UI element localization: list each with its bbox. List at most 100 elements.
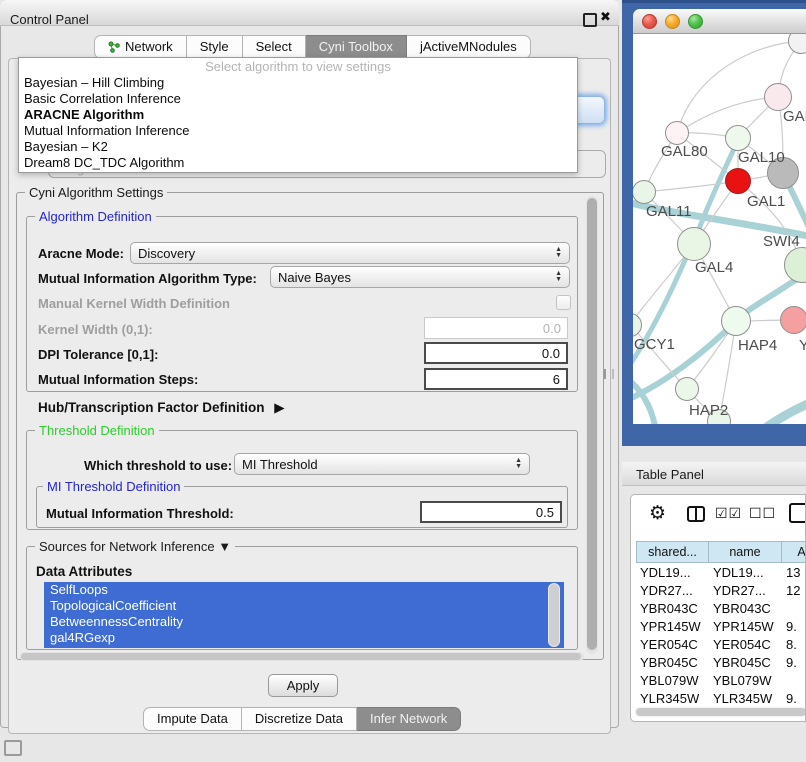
document-icon[interactable] xyxy=(789,503,806,523)
tab-network[interactable]: Network xyxy=(94,35,187,59)
node-label: SWI4 xyxy=(763,233,800,250)
which-threshold-label: Which threshold to use: xyxy=(84,458,232,473)
attributes-scrollbar-thumb[interactable] xyxy=(549,584,559,646)
tab-cyni-toolbox[interactable]: Cyni Toolbox xyxy=(306,35,407,59)
gear-icon[interactable]: ⚙ xyxy=(649,502,666,525)
apply-button[interactable]: Apply xyxy=(268,674,338,697)
tab-network-label: Network xyxy=(125,39,173,54)
tab-discretize-data[interactable]: Discretize Data xyxy=(242,707,357,731)
network-node-hap4[interactable] xyxy=(721,306,751,336)
dpi-tolerance-field[interactable] xyxy=(424,342,568,364)
settings-group-title: Cyni Algorithm Settings xyxy=(25,185,167,200)
node-label: GAL4 xyxy=(695,259,733,276)
table-row[interactable]: YER054C YER054C 8. xyxy=(636,635,806,653)
attribute-item-selected[interactable]: TopologicalCoefficient xyxy=(44,598,564,614)
network-node-gal10[interactable] xyxy=(725,125,751,151)
split-pane-divider[interactable] xyxy=(604,369,614,379)
algorithm-option[interactable]: Bayesian – K2 xyxy=(19,139,577,155)
attribute-item-selected[interactable]: gal4RGexp xyxy=(44,630,564,646)
settings-vertical-scrollbar-thumb[interactable] xyxy=(587,198,597,650)
network-window-titlebar xyxy=(633,9,806,34)
table-row[interactable]: YBL079W YBL079W xyxy=(636,671,806,689)
column-header[interactable]: A xyxy=(782,541,806,563)
columns-icon[interactable] xyxy=(687,506,705,522)
network-node-gal1[interactable] xyxy=(725,168,751,194)
cell-value: 8. xyxy=(782,637,806,652)
sources-title-label: Sources for Network Inference xyxy=(39,539,215,554)
tab-infer-network[interactable]: Infer Network xyxy=(357,707,461,731)
tab-infer-network-label: Infer Network xyxy=(370,711,447,726)
cell-value: 9. xyxy=(782,619,806,634)
table-row[interactable]: YBR043C YBR043C xyxy=(636,599,806,617)
table-panel-title: Table Panel xyxy=(636,467,704,482)
table-row[interactable]: YLR345W YLR345W 9. xyxy=(636,689,806,707)
attribute-item-selected[interactable]: SelfLoops xyxy=(44,582,564,598)
float-window-icon[interactable] xyxy=(583,13,597,27)
table-row[interactable]: YDR27... YDR27... 12 xyxy=(636,581,806,599)
manual-kernel-checkbox[interactable] xyxy=(556,295,571,310)
control-panel-titlebar xyxy=(0,0,619,26)
algorithm-option[interactable]: Bayesian – Hill Climbing xyxy=(19,75,577,91)
deselect-all-checkboxes-icon[interactable]: ☐☐ xyxy=(749,505,776,522)
network-node-gal4[interactable] xyxy=(677,227,711,261)
table-row[interactable]: YDL19... YDL19... 13 xyxy=(636,563,806,581)
mi-type-label: Mutual Information Algorithm Type: xyxy=(38,271,257,286)
hub-definition-expander[interactable]: Hub/Transcription Factor Definition ▶ xyxy=(38,400,285,416)
mac-close-button[interactable] xyxy=(642,14,657,29)
select-all-checkboxes-icon[interactable]: ☑☑ xyxy=(715,505,742,522)
mac-minimize-button[interactable] xyxy=(665,14,680,29)
aracne-mode-combobox[interactable]: Discovery ▲▼ xyxy=(130,242,570,264)
settings-horizontal-scrollbar xyxy=(20,652,584,661)
algorithm-definition-title: Algorithm Definition xyxy=(35,209,156,224)
network-node[interactable] xyxy=(764,83,792,111)
algorithm-option[interactable]: Dream8 DC_TDC Algorithm xyxy=(19,155,577,171)
algorithm-option[interactable]: Basic Correlation Inference xyxy=(19,91,577,107)
tab-jactivemnodules[interactable]: jActiveMNodules xyxy=(407,35,531,59)
sources-group-title[interactable]: Sources for Network Inference ▼ xyxy=(35,539,235,554)
network-node-hap2[interactable] xyxy=(675,377,699,401)
algorithm-option-selected[interactable]: ARACNE Algorithm xyxy=(19,107,577,123)
aracne-mode-value: Discovery xyxy=(138,246,195,261)
node-label: GAL1 xyxy=(747,193,785,210)
close-icon[interactable]: ✖ xyxy=(600,9,611,25)
collapsed-panel-icon[interactable] xyxy=(4,740,22,756)
attribute-item-selected[interactable]: BetweennessCentrality xyxy=(44,614,564,630)
tab-cyni-toolbox-label: Cyni Toolbox xyxy=(319,39,393,54)
table-toolbar: ⚙ ☑☑ ☐☐ xyxy=(631,495,805,535)
network-node-gal80[interactable] xyxy=(665,121,689,145)
tab-impute-data[interactable]: Impute Data xyxy=(143,707,242,731)
cell-name: YER054C xyxy=(709,637,782,652)
table-row[interactable]: YPR145W YPR145W 9. xyxy=(636,617,806,635)
cell-shared-name: YBR043C xyxy=(636,601,709,616)
network-node[interactable] xyxy=(780,306,806,334)
tab-style[interactable]: Style xyxy=(187,35,243,59)
cell-shared-name: YDL19... xyxy=(636,565,709,580)
network-canvas[interactable]: GAL GAL80 GAL10 GAL1 GAL11 SWI4 GAL4 GCY… xyxy=(633,34,806,424)
settings-horizontal-scrollbar-thumb[interactable] xyxy=(21,653,581,660)
mi-type-combobox[interactable]: Naive Bayes ▲▼ xyxy=(270,266,570,288)
tab-select[interactable]: Select xyxy=(243,35,306,59)
control-panel-tabbar: Network Style Select Cyni Toolbox jActiv… xyxy=(94,35,531,59)
table-row[interactable]: YBR045C YBR045C 9. xyxy=(636,653,806,671)
mi-steps-field[interactable] xyxy=(424,368,568,390)
cell-name: YPR145W xyxy=(709,619,782,634)
column-header[interactable]: name xyxy=(709,541,782,563)
node-label: Y xyxy=(799,337,806,354)
aracne-mode-label: Aracne Mode: xyxy=(38,246,124,261)
mi-threshold-field[interactable] xyxy=(420,501,562,523)
expander-right-icon: ▶ xyxy=(274,400,284,415)
network-node-gal11[interactable] xyxy=(633,180,656,204)
mi-threshold-definition-title: MI Threshold Definition xyxy=(43,479,184,494)
algorithm-option[interactable]: Mutual Information Inference xyxy=(19,123,577,139)
tab-style-label: Style xyxy=(200,39,229,54)
kernel-width-field[interactable] xyxy=(424,317,568,339)
mac-zoom-button[interactable] xyxy=(688,14,703,29)
which-threshold-combobox[interactable]: MI Threshold ▲▼ xyxy=(234,453,530,475)
threshold-definition-title: Threshold Definition xyxy=(35,423,159,438)
network-icon xyxy=(108,41,120,53)
table-horizontal-scrollbar xyxy=(635,707,806,717)
table-horizontal-scrollbar-thumb[interactable] xyxy=(636,708,806,716)
column-header[interactable]: shared... xyxy=(636,541,709,563)
cell-value: 9. xyxy=(782,655,806,670)
cell-name: YLR345W xyxy=(709,691,782,706)
